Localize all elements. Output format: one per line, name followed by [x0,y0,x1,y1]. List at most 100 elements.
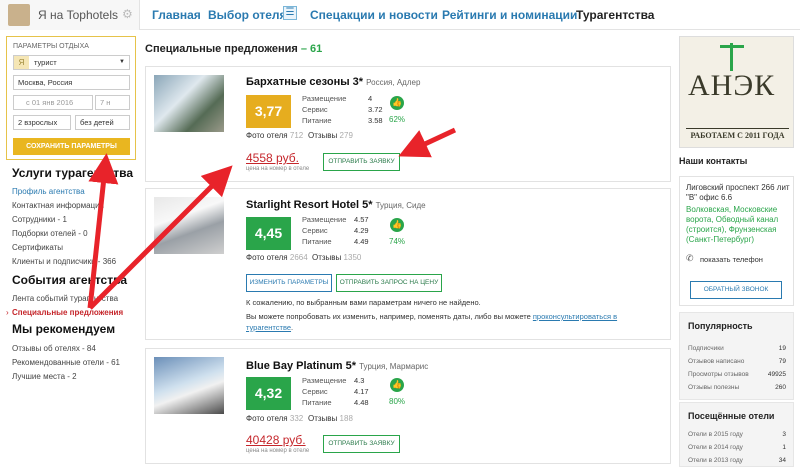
send-request-button[interactable]: ОТПРАВИТЬ ЗАЯВКУ [323,435,400,453]
recommend-percent: 74% [389,237,406,246]
hotel-name-text[interactable]: Blue Bay Platinum 5* [246,360,356,372]
stat-label[interactable]: Отели в 2014 году [688,444,743,451]
hotel-price[interactable]: 4558 руб. [246,151,299,165]
label-food: Питание [302,398,332,407]
hotel-score: 4,32 [246,377,291,410]
avatar[interactable] [8,4,30,26]
callback-button[interactable]: ОБРАТНЫЙ ЗВОНОК [690,281,782,299]
hotel-name-text[interactable]: Starlight Resort Hotel 5* [246,199,373,211]
save-params-button[interactable]: СОХРАНИТЬ ПАРАМЕТРЫ [13,138,130,155]
photos-count[interactable]: Фото отеля 712 [246,131,303,140]
value-placement: 4.3 [354,376,365,385]
user-type-value: турист [34,58,57,67]
photos-value: 2664 [289,253,308,262]
reviews-count[interactable]: Отзывы 279 [308,131,353,140]
reviews-value: 188 [339,414,353,423]
nav-home[interactable]: Главная [152,8,201,22]
hotel-name-text[interactable]: Бархатные сезоны 3* [246,76,363,88]
left-link-reviews[interactable]: Отзывы об отелях - 84 [12,344,96,353]
left-link-best-places[interactable]: Лучшие места - 2 [12,372,77,381]
thumbs-up-icon: 👍 [390,378,404,392]
reviews-count[interactable]: Отзывы 188 [308,414,353,423]
contacts-title: Наши контакты [679,156,748,166]
hotel-card: Starlight Resort Hotel 5* Турция, Сиде 4… [145,188,671,340]
stat-row: Подписчики 19 [688,345,786,352]
send-request-button[interactable]: ОТПРАВИТЬ ЗАЯВКУ [323,153,400,171]
left-link-staff[interactable]: Сотрудники - 1 [12,215,67,224]
photos-count[interactable]: Фото отеля 2664 [246,253,308,262]
stat-value: 34 [778,457,786,464]
brand-name[interactable]: Я на Tophotels [38,8,118,22]
left-link-profile[interactable]: Профиль агентства [12,187,85,196]
hotel-photo[interactable] [154,75,224,132]
label-service: Сервис [302,105,328,114]
page-title-text: Специальные предложения [145,43,298,55]
left-link-clients[interactable]: Клиенты и подписчики - 366 [12,257,116,266]
city-field[interactable]: Москва, Россия [13,75,130,90]
hotel-name[interactable]: Бархатные сезоны 3* Россия, Адлер [246,76,420,88]
label-placement: Размещение [302,215,347,224]
visited-title: Посещённые отели [688,411,775,421]
photos-value: 332 [289,414,304,423]
nav-hotel-choice[interactable]: Выбор отеля [208,8,287,22]
change-params-button[interactable]: ИЗМЕНИТЬ ПАРАМЕТРЫ [246,274,332,292]
nav-ratings[interactable]: Рейтинги и номинации [442,8,577,22]
contact-metro[interactable]: Волковская, Московские ворота, Обводный … [686,205,791,245]
banner-logo-text: АНЭК [688,69,776,102]
left-link-recommended[interactable]: Рекомендованные отели - 61 [12,358,120,367]
nav-promos[interactable]: Спецакции и новости [310,8,438,22]
hotel-card: Бархатные сезоны 3* Россия, Адлер 3,77 Р… [145,66,671,182]
stat-label[interactable]: Отели в 2015 году [688,431,743,438]
left-link-collections[interactable]: Подборки отелей - 0 [12,229,88,238]
stat-row: Отели в 2014 году 1 [688,444,786,451]
stat-value: 3 [782,431,786,438]
stat-value: 1 [782,444,786,451]
left-link-events-feed[interactable]: Лента событий турагентства [12,294,118,303]
no-results-notice: К сожалению, по выбранным вами параметра… [246,298,481,307]
hotel-name[interactable]: Blue Bay Platinum 5* Турция, Мармарис [246,360,428,372]
send-price-request-button[interactable]: ОТПРАВИТЬ ЗАПРОС НА ЦЕНУ [336,274,442,292]
stat-value: 19 [778,345,786,352]
hotel-card: Blue Bay Platinum 5* Турция, Мармарис 4,… [145,348,671,464]
user-brand-block[interactable]: Я на Tophotels ⚙ [0,0,140,30]
value-placement: 4 [368,94,373,103]
hotel-price[interactable]: 40428 руб. [246,433,306,447]
user-type-select[interactable]: Ятурист ▼ [13,55,130,70]
label-food: Питание [302,116,332,125]
value-food: 3.58 [368,116,383,125]
hotel-photo[interactable] [154,197,224,254]
show-phone-link[interactable]: показать телефон [700,255,763,264]
left-link-certificates[interactable]: Сертификаты [12,243,63,252]
photos-label: Фото отеля [246,414,288,423]
stat-row: Отзывы полезны 260 [688,384,786,391]
left-link-contacts[interactable]: Контактная информация [12,201,104,210]
menu-icon[interactable]: ☰ [283,6,297,20]
reviews-label: Отзывы [308,414,338,423]
offers-count: – 61 [300,43,323,55]
date-field[interactable]: с 01 янв 2016 [13,95,93,110]
photos-value: 712 [289,131,304,140]
hotel-score: 4,45 [246,217,291,250]
photos-count[interactable]: Фото отеля 332 [246,414,303,423]
stat-label: Просмотры отзывов [688,371,749,378]
phone-icon: ✆ [686,253,694,263]
agency-banner[interactable]: АНЭК РАБОТАЕМ С 2011 ГОДА [679,36,794,148]
hotel-location: Турция, Мармарис [359,362,429,371]
stat-label: Отзывов написано [688,358,745,365]
stat-label[interactable]: Отели в 2013 году [688,457,743,464]
reviews-count[interactable]: Отзывы 1350 [312,253,361,262]
kids-select[interactable]: без детей [75,115,130,130]
left-link-special-offers[interactable]: Специальные предложения [12,308,123,317]
hotel-name[interactable]: Starlight Resort Hotel 5* Турция, Сиде [246,199,426,211]
reviews-label: Отзывы [308,131,338,140]
section-title-recommend: Мы рекомендуем [12,322,116,336]
reviews-value: 279 [339,131,353,140]
adults-select[interactable]: 2 взрослых [13,115,71,130]
nights-select[interactable]: 7 н [95,95,130,110]
gear-icon[interactable]: ⚙ [122,7,133,21]
stat-row: Отзывов написано 79 [688,358,786,365]
nav-agencies[interactable]: Турагентства [576,8,654,22]
stat-row: Отели в 2015 году 3 [688,431,786,438]
hotel-photo[interactable] [154,357,224,414]
stat-value: 79 [778,358,786,365]
